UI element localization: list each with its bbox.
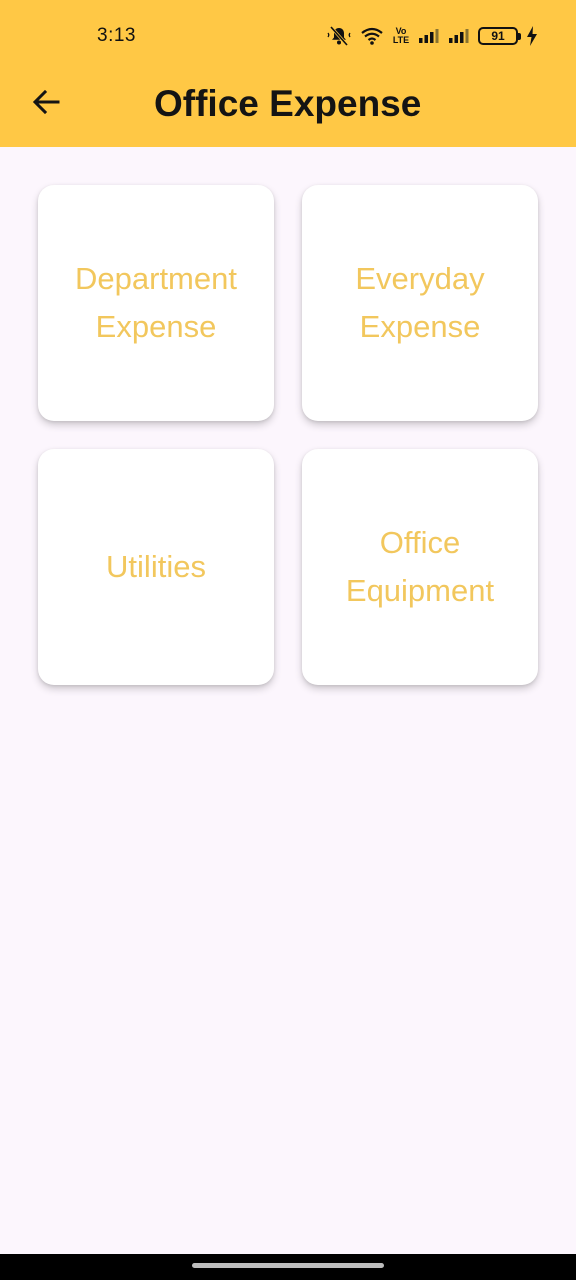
utilities-card[interactable]: Utilities [38,449,274,685]
card-label: Department Expense [75,261,237,344]
back-button[interactable] [22,80,70,128]
muted-bell-icon [326,25,352,47]
home-indicator[interactable] [192,1263,384,1268]
battery-icon: 91 [478,27,521,45]
status-icons: Vo LTE 91 [326,24,538,48]
signal-icon [448,28,470,44]
battery-level: 91 [491,29,505,43]
arrow-left-icon [32,89,60,120]
department-expense-card[interactable]: Department Expense [38,185,274,421]
office-equipment-card[interactable]: Office Equipment [302,449,538,685]
card-label: Office Equipment [345,525,495,608]
signal-icon [418,28,440,44]
card-label: Everyday Expense [355,261,485,344]
charging-icon [526,26,538,46]
expense-category-grid: Department Expense Everyday Expense Util… [38,185,538,685]
app-bar: 3:13 Vo LTE 91 Office Expense [0,0,576,147]
page-title: Office Expense [154,83,422,124]
system-navigation-bar [0,1254,576,1280]
status-bar: 3:13 Vo LTE 91 [0,0,576,72]
card-label: Utilities [106,549,206,584]
status-time: 3:13 [97,25,136,46]
wifi-icon [360,26,384,46]
everyday-expense-card[interactable]: Everyday Expense [302,185,538,421]
volte-icon: Vo LTE [392,27,410,45]
volte-bottom-text: LTE [392,35,410,45]
